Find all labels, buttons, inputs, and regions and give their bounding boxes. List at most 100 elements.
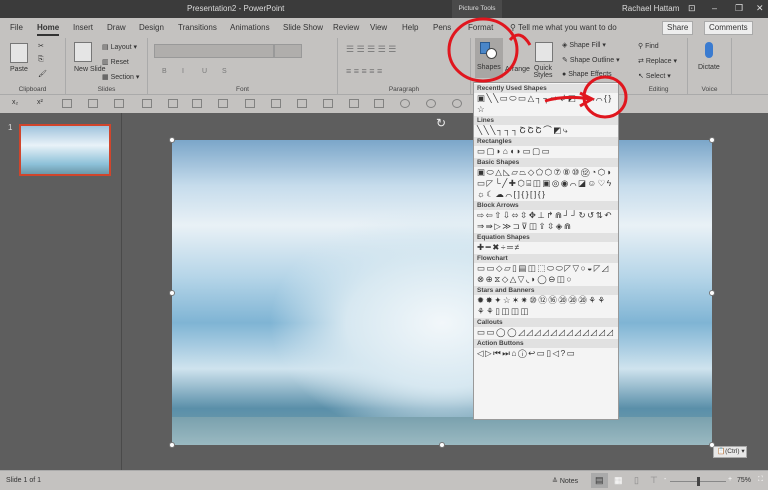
tab-insert[interactable]: Insert bbox=[73, 23, 93, 32]
font-name-select[interactable] bbox=[154, 44, 274, 58]
quick-styles-icon[interactable] bbox=[535, 42, 553, 62]
dictate-button[interactable]: Dictate bbox=[698, 64, 720, 71]
section-button[interactable]: ▦ Section ▾ bbox=[102, 73, 139, 81]
user-name[interactable]: Rachael Hattam bbox=[622, 4, 679, 13]
fit-slide-icon[interactable]: ⛶ bbox=[758, 476, 763, 484]
shape-items[interactable]: ▭▭◇▱▯▤◫⬚⬭⬭◸▽○◒◸◿⊗⊕⧖◇△▽◟◗◯⊖◫○ bbox=[474, 263, 618, 285]
shape-outline-button[interactable]: ✎ Shape Outline ▾ bbox=[562, 56, 620, 64]
tell-me-search[interactable]: ⚲ Tell me what you want to do bbox=[510, 23, 617, 32]
align-middle-icon[interactable] bbox=[297, 99, 307, 108]
shape-items[interactable]: ◁▷⏮⏭⌂ⓘ↩▭▯◁?▭ bbox=[474, 348, 618, 359]
paste-button[interactable]: Paste bbox=[10, 66, 28, 73]
crop-icon[interactable] bbox=[374, 99, 384, 108]
zoom-slider[interactable] bbox=[670, 477, 726, 486]
resize-handle[interactable] bbox=[709, 137, 715, 143]
bold-button[interactable]: B bbox=[162, 68, 167, 75]
resize-handle[interactable] bbox=[439, 442, 445, 448]
tab-draw[interactable]: Draw bbox=[107, 23, 126, 32]
resize-handle[interactable] bbox=[169, 442, 175, 448]
share-button[interactable]: Share bbox=[662, 21, 694, 35]
tab-help[interactable]: Help bbox=[402, 23, 418, 32]
zoom-level[interactable]: 75% bbox=[737, 477, 751, 484]
format-painter-icon[interactable]: 🖌 bbox=[38, 70, 47, 78]
tab-design[interactable]: Design bbox=[139, 23, 164, 32]
shape-items[interactable]: ⇨⇦⇧⇩⬄⇳✥⊥↱⋒┘┘↻↺⇅↶⇒⇛▷≫⊐⊽◫⇪⇳◈⋒ bbox=[474, 210, 618, 232]
shape-fill-button[interactable]: ◈ Shape Fill ▾ bbox=[562, 41, 606, 49]
strikethrough-button[interactable]: S bbox=[222, 68, 227, 75]
quick-styles-button[interactable]: Quick Styles bbox=[531, 65, 555, 79]
slide-thumbnail[interactable] bbox=[19, 124, 111, 176]
font-size-select[interactable] bbox=[274, 44, 302, 58]
close-button[interactable]: ✕ bbox=[756, 3, 764, 14]
subscript-icon[interactable]: x₂ bbox=[12, 99, 18, 106]
paste-icon[interactable] bbox=[10, 43, 28, 63]
tab-review[interactable]: Review bbox=[333, 23, 359, 32]
tab-format[interactable]: Format bbox=[468, 23, 493, 32]
zoom-out-button[interactable]: - bbox=[664, 476, 666, 483]
send-back-icon[interactable] bbox=[168, 99, 178, 108]
shape-items[interactable]: ▭▢◗⌂◖◗▭▢▭ bbox=[474, 146, 618, 157]
glacier-picture[interactable] bbox=[172, 140, 712, 445]
notes-button[interactable]: ≙ Notes bbox=[552, 477, 578, 485]
shape-items[interactable]: ▭▭◯◯◿◿◿◿◿◿◿◿◿◿◿◿ bbox=[474, 327, 618, 338]
resize-handle[interactable] bbox=[709, 290, 715, 296]
zoom-slider-thumb[interactable] bbox=[697, 477, 700, 486]
normal-view-icon[interactable]: ▤ bbox=[591, 473, 608, 488]
resize-handle[interactable] bbox=[169, 290, 175, 296]
shape-items[interactable]: ✹✸✦☆✶✷⑩⑫⑯⑳⑳⑳⚘⚘⚘⚘▯◫◫◫ bbox=[474, 295, 618, 317]
tab-transitions[interactable]: Transitions bbox=[178, 23, 217, 32]
select-button[interactable]: ↖ Select ▾ bbox=[638, 72, 671, 80]
superscript-icon[interactable]: x² bbox=[37, 99, 43, 106]
align-icons[interactable]: ≡ ≡ ≡ ≡ ≡ bbox=[346, 66, 382, 76]
group-icon[interactable] bbox=[62, 99, 72, 108]
shape-items[interactable]: ▣╲╲▭⬭▭△┐┐⇨↲◩ ⤷⌒⌒{}☆ bbox=[474, 93, 618, 115]
replace-button[interactable]: ⇄ Replace ▾ bbox=[638, 57, 677, 65]
find-button[interactable]: ⚲ Find bbox=[638, 42, 659, 50]
clipboard-icon: 📋 bbox=[717, 448, 726, 455]
zoom-in-button[interactable]: + bbox=[728, 476, 732, 483]
underline-button[interactable]: U bbox=[202, 68, 207, 75]
list-icons[interactable]: ☰ ☰ ☰ ☰ ☰ bbox=[346, 44, 396, 55]
slide-sorter-icon[interactable]: ▦ bbox=[614, 475, 623, 486]
cut-icon[interactable]: ✂ bbox=[38, 42, 44, 50]
layout-button[interactable]: ▤ Layout ▾ bbox=[102, 43, 137, 51]
tab-view[interactable]: View bbox=[370, 23, 387, 32]
tab-animations[interactable]: Animations bbox=[230, 23, 270, 32]
align-top-icon[interactable] bbox=[271, 99, 281, 108]
reading-view-icon[interactable]: ▯ bbox=[634, 475, 639, 486]
align-bottom-icon[interactable] bbox=[323, 99, 333, 108]
tab-file[interactable]: File bbox=[10, 23, 23, 32]
new-slide-icon[interactable] bbox=[74, 42, 92, 62]
shape-icon[interactable] bbox=[400, 99, 410, 108]
shape-items[interactable]: ✚━✖÷═≠ bbox=[474, 242, 618, 253]
shape-items[interactable]: ▣⬭△◺▱⏢◇⬠⬡⑦⑧⑩⑫◔⬡◗▭◸└╱✚⬡⌸◫▣◎◉⌒◪☺♡ϟ☼☾☁⌒[]{}… bbox=[474, 167, 618, 200]
arrange-button[interactable]: Arrange bbox=[505, 66, 530, 73]
shape-effects-button[interactable]: ● Shape Effects bbox=[562, 71, 612, 78]
copy-icon[interactable]: ⎘ bbox=[38, 56, 44, 64]
bring-forward-icon[interactable] bbox=[88, 99, 98, 108]
ribbon-display-icon[interactable]: ⊡ bbox=[688, 3, 696, 14]
paste-options-button[interactable]: 📋(Ctrl) ▾ bbox=[713, 446, 747, 458]
distribute-icon[interactable] bbox=[349, 99, 359, 108]
minimize-button[interactable]: – bbox=[712, 3, 717, 13]
fragment-icon[interactable] bbox=[452, 99, 462, 108]
tab-home[interactable]: Home bbox=[37, 23, 60, 36]
italic-button[interactable]: I bbox=[182, 68, 184, 75]
slideshow-icon[interactable]: ⊤ bbox=[650, 475, 658, 486]
align-left-icon[interactable] bbox=[192, 99, 202, 108]
resize-handle[interactable] bbox=[169, 137, 175, 143]
align-center-icon[interactable] bbox=[218, 99, 228, 108]
tab-slide-show[interactable]: Slide Show bbox=[283, 23, 323, 32]
merge-icon[interactable] bbox=[426, 99, 436, 108]
shape-items[interactable]: ╲╲╲┐┐┐ՇՇՇ⌒◩⤷ bbox=[474, 125, 618, 136]
rotate-handle-icon[interactable]: ↻ bbox=[436, 116, 446, 130]
comments-button[interactable]: Comments bbox=[704, 21, 753, 35]
align-right-icon[interactable] bbox=[245, 99, 255, 108]
new-slide-button[interactable]: New Slide bbox=[74, 66, 106, 73]
bring-front-icon[interactable] bbox=[142, 99, 152, 108]
shapes-button[interactable]: Shapes bbox=[475, 38, 503, 78]
restore-button[interactable]: ❐ bbox=[735, 3, 743, 14]
send-backward-icon[interactable] bbox=[114, 99, 124, 108]
reset-button[interactable]: ▥ Reset bbox=[102, 58, 129, 66]
tab-pens[interactable]: Pens bbox=[433, 23, 451, 32]
